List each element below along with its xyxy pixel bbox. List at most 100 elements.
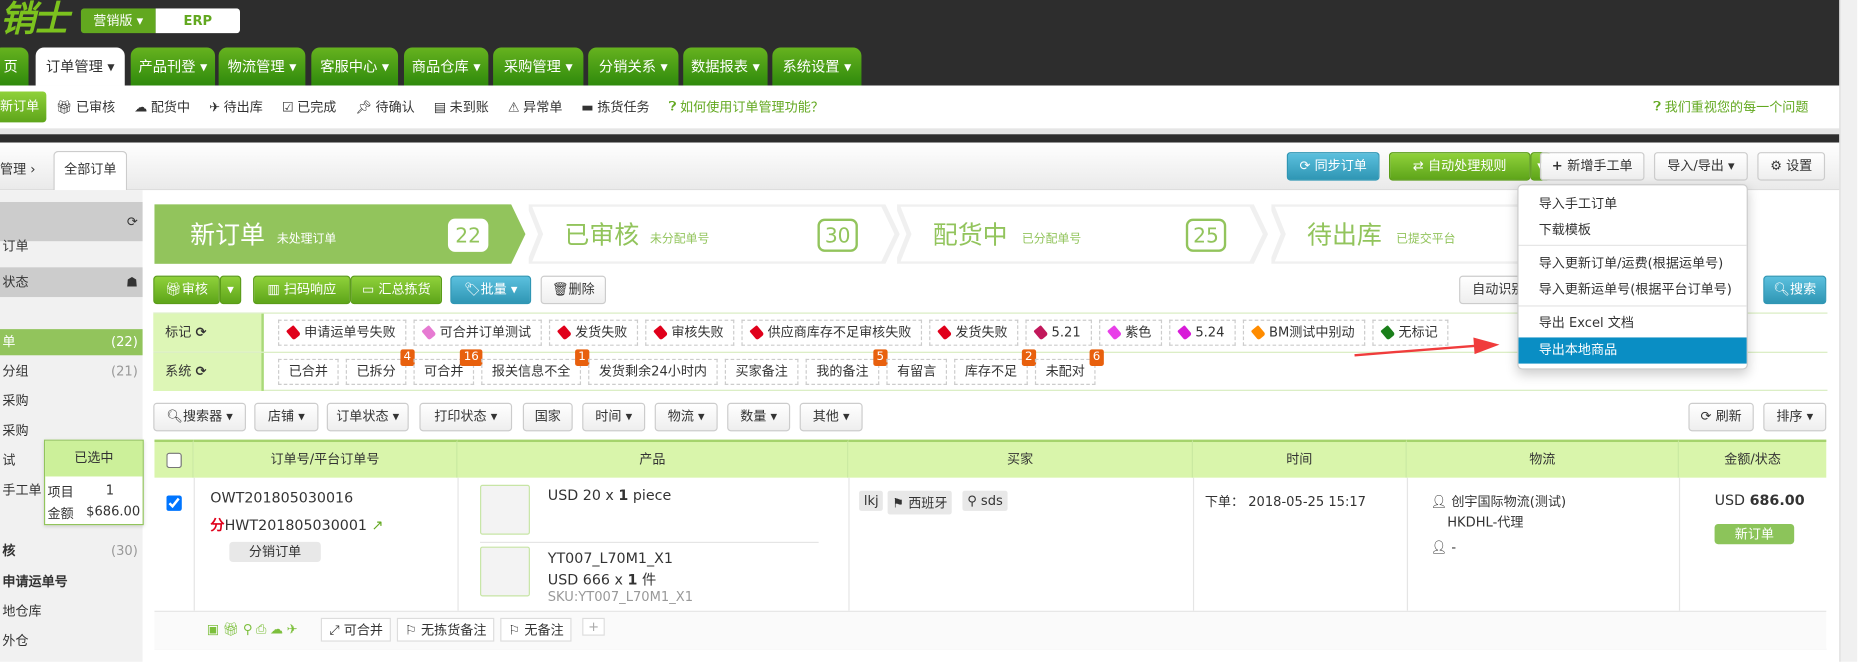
sidebar-section-status[interactable]: 状态 ☗ xyxy=(0,267,143,298)
column-header[interactable]: 金额/状态 xyxy=(1678,439,1827,478)
pick-note-button[interactable]: ⚐ 无拣货备注 xyxy=(396,617,495,642)
sidebar-item[interactable]: 订单 xyxy=(0,234,143,260)
filter-dropdown[interactable]: 数量 ▾ xyxy=(727,402,791,432)
subnav-exception[interactable]: ⚠ 异常单 xyxy=(508,97,563,116)
mark-tag[interactable]: 供应商库存不足审核失败 xyxy=(741,319,923,346)
filter-dropdown[interactable]: 订单状态 ▾ xyxy=(326,402,409,432)
system-tag[interactable]: 买家备注 xyxy=(724,358,799,385)
subnav-pick-task[interactable]: ▬ 拣货任务 xyxy=(581,97,649,116)
scan-response-button[interactable]: ▥ 扫码响应 xyxy=(253,275,351,305)
filter-dropdown[interactable]: 打印状态 ▾ xyxy=(419,402,513,432)
feedback-link[interactable]: ❓︎ 我们重视您的每一个问题 xyxy=(1653,97,1808,116)
nav-tab[interactable]: 页 xyxy=(0,47,29,86)
breadcrumb-current-tab[interactable]: 全部订单 xyxy=(53,150,128,191)
menu-item-export-excel[interactable]: 导出 Excel 文档 xyxy=(1519,310,1747,336)
system-tag[interactable]: 库存不足 2 xyxy=(954,349,1037,385)
refresh-button[interactable]: ⟳ 刷新 xyxy=(1688,402,1754,432)
column-header[interactable]: 买家 xyxy=(848,439,1193,478)
logo[interactable]: 销士 xyxy=(0,0,69,40)
system-tag[interactable]: 已拆分 4 xyxy=(345,349,415,385)
sidebar-item-approved[interactable]: 核 (30) xyxy=(0,538,143,564)
edition-dropdown[interactable]: 营销版 ▾ xyxy=(80,8,156,34)
column-header[interactable]: 时间 xyxy=(1192,439,1407,478)
menu-item-import-update-tracking[interactable]: 导入更新运单号(根据平台订单号) xyxy=(1519,277,1747,303)
system-tag[interactable]: 我的备注 5 xyxy=(805,349,888,385)
mark-tag[interactable]: 5.21 xyxy=(1025,319,1092,346)
system-tag[interactable]: 发货剩余24小时内 xyxy=(588,358,718,385)
mark-tag[interactable]: 可合并订单测试 xyxy=(413,319,542,346)
product-sku-title[interactable]: YT007_L70M1_X1 xyxy=(548,550,673,567)
sidebar-item-new[interactable]: 单 (22) xyxy=(0,329,143,356)
stage-0[interactable]: 新订单 未处理订单 22 xyxy=(154,204,534,264)
sidebar-item[interactable]: 地仓库 xyxy=(0,599,143,625)
refresh-icon[interactable]: ⟳ xyxy=(195,364,206,379)
row-checkbox[interactable] xyxy=(166,495,182,511)
mark-tag[interactable]: 发货失败 xyxy=(929,319,1019,346)
refresh-icon[interactable]: ⟳ xyxy=(195,324,206,339)
settings-button[interactable]: ⚙ 设置 xyxy=(1757,152,1826,181)
system-tag[interactable]: 有留言 xyxy=(886,358,947,385)
nav-tab[interactable]: 商品仓库 ▾ xyxy=(403,47,489,86)
nav-tab[interactable]: 采购管理 ▾ xyxy=(493,47,584,86)
nav-tab[interactable]: 物流管理 ▾ xyxy=(218,47,306,86)
filter-dropdown[interactable]: 其他 ▾ xyxy=(799,402,863,432)
system-tag[interactable]: 已合并 xyxy=(278,358,339,385)
breadcrumb-parent[interactable]: 管理 › xyxy=(0,159,36,178)
system-tag[interactable]: 未配对 6 xyxy=(1034,349,1104,385)
help-link[interactable]: ❓︎ 如何使用订单管理功能？ xyxy=(669,97,824,116)
stage-2[interactable]: 配货中 已分配单号 25 xyxy=(897,204,1277,264)
vertical-scrollbar[interactable] xyxy=(1839,0,1858,662)
mark-tag[interactable]: 审核失败 xyxy=(645,319,735,346)
nav-tab[interactable]: 分销关系 ▾ xyxy=(588,47,679,86)
row-action-icons[interactable]: ▣🎁︎⚲⎙☁✈ xyxy=(207,621,301,638)
summary-pick-button[interactable]: ▭ 汇总拣货 xyxy=(350,275,443,305)
subnav-pending[interactable]: 📌︎ 待确认 xyxy=(355,97,414,116)
column-header[interactable]: 订单号/平台订单号 xyxy=(193,439,458,478)
subnav-completed[interactable]: ☑ 已完成 xyxy=(282,97,337,116)
search-button[interactable]: 🔍︎搜索 xyxy=(1763,275,1827,305)
platform-order-number[interactable]: 分HWT201805030001 ↗ xyxy=(210,514,383,534)
import-export-button[interactable]: 导入/导出 ▾ xyxy=(1653,152,1748,181)
approve-caret[interactable]: ▾ xyxy=(219,275,242,305)
filter-dropdown[interactable]: 国家 xyxy=(522,402,573,432)
external-link-icon[interactable]: ↗ xyxy=(372,517,384,534)
subnav-picking[interactable]: ☁ 配货中 xyxy=(134,97,190,116)
menu-item-download-template[interactable]: 下载模板 xyxy=(1519,217,1747,243)
filter-dropdown[interactable]: 时间 ▾ xyxy=(582,402,646,432)
edition-switch[interactable]: 营销版 ▾ ERP xyxy=(80,8,241,34)
add-note-button[interactable]: + xyxy=(582,617,606,636)
batch-button[interactable]: 🏷︎批量 ▾ xyxy=(450,275,532,305)
system-tag[interactable]: 报关信息不全 1 xyxy=(481,349,590,385)
order-number[interactable]: OWT201805030016 xyxy=(210,490,353,507)
stage-1[interactable]: 已审核 未分配单号 30 xyxy=(528,204,909,264)
nav-tab[interactable]: 订单管理 ▾ xyxy=(35,47,125,86)
subnav-to-ship[interactable]: ✈ 待出库 xyxy=(209,97,263,116)
erp-toggle[interactable]: ERP xyxy=(155,8,241,34)
menu-item-import-manual[interactable]: 导入手工订单 xyxy=(1519,191,1747,217)
buyer-name[interactable]: lkj xyxy=(859,490,884,511)
mark-tag[interactable]: 发货失败 xyxy=(548,319,639,346)
column-header[interactable]: 产品 xyxy=(457,439,849,478)
delete-button[interactable]: 🗑︎删除 xyxy=(540,275,606,305)
select-all-checkbox[interactable] xyxy=(165,452,182,469)
filter-dropdown[interactable]: 店铺 ▾ xyxy=(254,402,319,432)
mark-tag[interactable]: 5.24 xyxy=(1169,319,1236,346)
system-tag[interactable]: 可合并 16 xyxy=(413,349,483,385)
menu-item-import-update-freight[interactable]: 导入更新订单/运费(根据运单号) xyxy=(1519,251,1747,277)
sidebar-item[interactable]: 采购 xyxy=(0,389,143,415)
subnav-new-orders[interactable]: 新订单 xyxy=(0,91,47,123)
product-image-placeholder[interactable] xyxy=(480,484,530,535)
sort-button[interactable]: 排序 ▾ xyxy=(1763,402,1827,432)
mark-tag[interactable]: 申请运单号失败 xyxy=(278,319,407,346)
subnav-approved[interactable]: 🎁︎ 已审核 xyxy=(56,97,115,116)
mark-tag[interactable]: 紫色 xyxy=(1099,319,1163,346)
product-image-placeholder[interactable] xyxy=(480,546,530,597)
nav-tab[interactable]: 产品刊登 ▾ xyxy=(130,47,216,86)
new-manual-order-button[interactable]: + 新增手工单 xyxy=(1539,152,1645,181)
column-header[interactable]: 物流 xyxy=(1406,439,1679,478)
merge-button[interactable]: ⤢ 可合并 xyxy=(320,617,392,642)
approve-button[interactable]: 🎁︎审核 xyxy=(153,275,220,305)
nav-tab[interactable]: 客服中心 ▾ xyxy=(311,47,399,86)
nav-tab[interactable]: 系统设置 ▾ xyxy=(772,47,862,86)
menu-item-export-local-products[interactable]: 导出本地商品 xyxy=(1518,337,1747,364)
